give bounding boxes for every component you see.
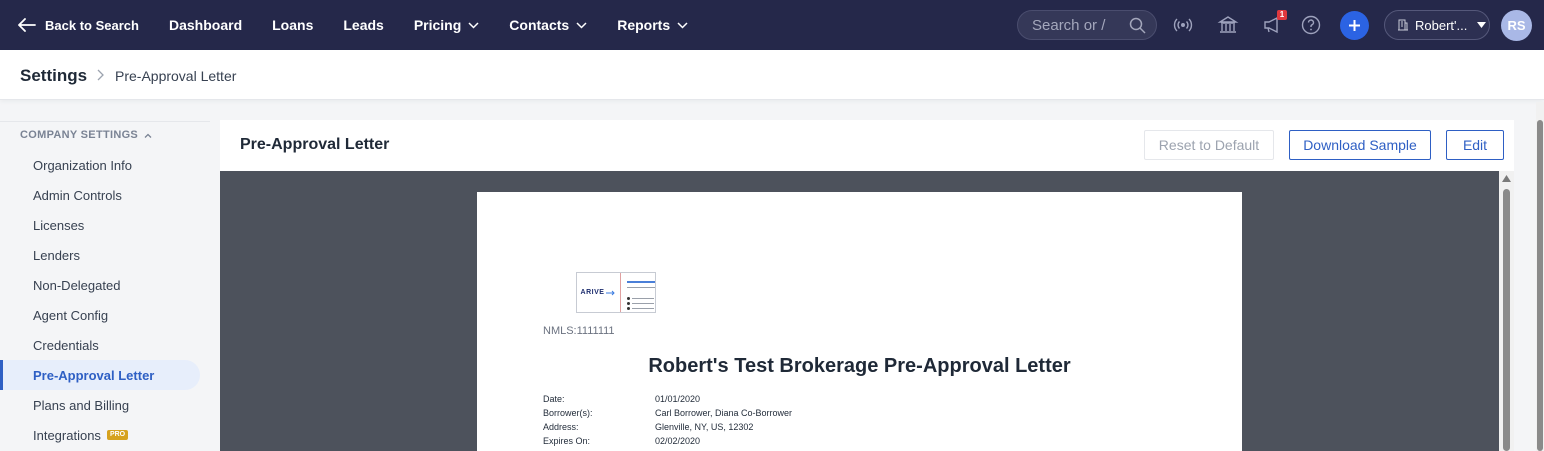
logo-bullet bbox=[627, 302, 630, 305]
page-scrollbar-thumb[interactable] bbox=[1537, 120, 1543, 451]
logo-line bbox=[632, 303, 654, 304]
chevron-down-icon bbox=[468, 21, 479, 29]
nav-loans-label: Loans bbox=[272, 17, 314, 33]
letter-field-value: Glenville, NY, US, 12302 bbox=[655, 422, 754, 432]
pro-badge: PRO bbox=[106, 430, 129, 440]
sidebar-item-label: Integrations bbox=[33, 427, 101, 443]
scroll-up-arrow-icon[interactable] bbox=[1502, 175, 1511, 182]
sidebar-item-pre-approval-letter[interactable]: Pre-Approval Letter bbox=[0, 360, 200, 390]
nav-reports[interactable]: Reports bbox=[617, 17, 688, 33]
logo-line bbox=[627, 281, 655, 283]
chevron-right-icon bbox=[97, 69, 104, 81]
letter-field-label: Borrower(s): bbox=[543, 408, 593, 418]
chevron-up-icon bbox=[144, 133, 152, 138]
sidebar-item-credentials[interactable]: Credentials bbox=[0, 330, 200, 360]
nav-pricing[interactable]: Pricing bbox=[414, 17, 479, 33]
search-icon[interactable] bbox=[1129, 17, 1146, 34]
logo-bullet bbox=[627, 307, 630, 310]
company-switcher[interactable]: Robert'... bbox=[1384, 10, 1490, 40]
logo-contact-block bbox=[621, 273, 655, 312]
global-search bbox=[1017, 10, 1157, 40]
letter-field-value: 01/01/2020 bbox=[655, 394, 701, 404]
sidebar-item-admin-controls[interactable]: Admin Controls bbox=[0, 180, 200, 210]
logo-line bbox=[632, 298, 654, 299]
breadcrumb-settings[interactable]: Settings bbox=[20, 66, 87, 86]
letter-field-label: Address: bbox=[543, 422, 579, 432]
notification-badge: 1 bbox=[1277, 10, 1287, 20]
company-name: Robert'... bbox=[1415, 17, 1468, 33]
chevron-down-icon bbox=[677, 21, 688, 29]
letter-title: Robert's Test Brokerage Pre-Approval Let… bbox=[648, 355, 1071, 377]
nav-leads[interactable]: Leads bbox=[343, 17, 383, 33]
back-to-search-label: Back to Search bbox=[45, 17, 139, 33]
nav-dashboard-label: Dashboard bbox=[169, 17, 243, 33]
arrow-left-icon bbox=[18, 18, 36, 32]
sidebar-item-non-delegated[interactable]: Non-Delegated bbox=[0, 270, 200, 300]
company-logo: ARIVE bbox=[576, 272, 656, 313]
reset-to-default-button[interactable]: Reset to Default bbox=[1144, 130, 1274, 160]
logo-bullet bbox=[627, 297, 630, 300]
back-to-search-link[interactable]: Back to Search bbox=[18, 0, 139, 50]
arrow-right-icon bbox=[606, 290, 616, 295]
building-icon bbox=[1398, 19, 1408, 31]
nav-dashboard[interactable]: Dashboard bbox=[169, 17, 242, 33]
sidebar-item-label: Non-Delegated bbox=[33, 277, 121, 293]
sidebar-item-label: Admin Controls bbox=[33, 187, 122, 203]
viewer-scrollbar-thumb[interactable] bbox=[1503, 189, 1510, 451]
nmls-number: NMLS:1111111 bbox=[543, 325, 615, 337]
nav-leads-label: Leads bbox=[343, 17, 384, 33]
nav-pricing-label: Pricing bbox=[413, 17, 462, 33]
section-title: COMPANY SETTINGS bbox=[20, 129, 139, 141]
breadcrumb-current: Pre-Approval Letter bbox=[115, 68, 237, 84]
letter-page: ARIVE NMLS:1111111 Robert's Test Brokera… bbox=[477, 192, 1242, 451]
sidebar-item-label: Licenses bbox=[33, 217, 85, 233]
letter-field-label: Expires On: bbox=[543, 436, 591, 446]
nav-loans[interactable]: Loans bbox=[272, 17, 313, 33]
help-icon[interactable] bbox=[1300, 14, 1322, 36]
nav-contacts[interactable]: Contacts bbox=[509, 17, 587, 33]
sidebar-divider bbox=[0, 121, 210, 122]
sidebar-item-label: Pre-Approval Letter bbox=[33, 367, 155, 383]
letter-field-value: 02/02/2020 bbox=[655, 436, 701, 446]
nav-contacts-label: Contacts bbox=[509, 17, 570, 33]
search-input[interactable] bbox=[1032, 16, 1127, 34]
letter-field-value: Carl Borrower, Diana Co-Borrower bbox=[655, 408, 793, 418]
page-title: Pre-Approval Letter bbox=[240, 136, 390, 153]
page-scrollbar[interactable] bbox=[1536, 102, 1544, 451]
top-navigation-bar: Back to Search Dashboard Loans Leads Pri… bbox=[0, 0, 1544, 50]
plus-icon bbox=[1349, 20, 1360, 31]
settings-sidebar: COMPANY SETTINGS Organization Info Admin… bbox=[0, 100, 210, 451]
logo-text: ARIVE bbox=[580, 289, 605, 296]
sidebar-item-label: Lenders bbox=[33, 247, 80, 263]
arive-logo: ARIVE bbox=[577, 273, 620, 312]
letter-field-label: Date: bbox=[543, 394, 565, 404]
sidebar-item-lenders[interactable]: Lenders bbox=[0, 240, 200, 270]
sidebar-item-organization-info[interactable]: Organization Info bbox=[0, 150, 200, 180]
breadcrumb: Settings Pre-Approval Letter bbox=[0, 50, 1544, 100]
sidebar-item-agent-config[interactable]: Agent Config bbox=[0, 300, 200, 330]
sidebar-item-label: Agent Config bbox=[33, 307, 109, 323]
download-sample-button[interactable]: Download Sample bbox=[1289, 130, 1431, 160]
edit-button[interactable]: Edit bbox=[1446, 130, 1504, 160]
caret-down-icon bbox=[1477, 22, 1487, 28]
logo-line bbox=[627, 287, 655, 288]
viewer-scrollbar[interactable] bbox=[1499, 171, 1514, 451]
sidebar-item-integrations[interactable]: Integrations PRO bbox=[0, 420, 200, 450]
company-settings-section-toggle[interactable]: COMPANY SETTINGS bbox=[20, 129, 152, 141]
bank-icon[interactable] bbox=[1217, 14, 1239, 36]
sidebar-item-label: Plans and Billing bbox=[33, 397, 130, 413]
sidebar-item-label: Organization Info bbox=[33, 157, 133, 173]
sidebar-item-label: Credentials bbox=[33, 337, 99, 353]
chevron-down-icon bbox=[576, 21, 587, 29]
create-new-button[interactable] bbox=[1340, 11, 1369, 40]
logo-line bbox=[632, 308, 654, 309]
sidebar-item-licenses[interactable]: Licenses bbox=[0, 210, 200, 240]
pre-approval-letter-panel: Pre-Approval Letter Reset to Default Dow… bbox=[220, 120, 1514, 451]
main-nav-links: Dashboard Loans Leads Pricing Contacts R… bbox=[169, 0, 718, 50]
nav-reports-label: Reports bbox=[617, 17, 671, 33]
broadcast-icon[interactable] bbox=[1172, 14, 1194, 36]
sidebar-item-plans-and-billing[interactable]: Plans and Billing bbox=[0, 390, 200, 420]
letter-preview-viewer: ARIVE NMLS:1111111 Robert's Test Brokera… bbox=[220, 171, 1514, 451]
user-avatar[interactable]: RS bbox=[1501, 10, 1532, 41]
